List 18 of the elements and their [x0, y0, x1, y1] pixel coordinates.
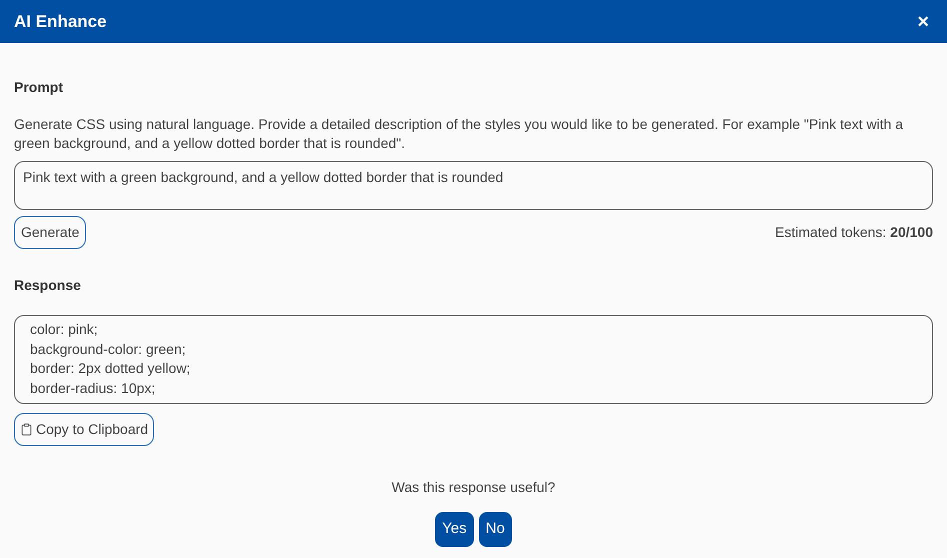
- feedback-button[interactable]: Yes: [435, 512, 474, 547]
- feedback-question: Was this response useful?: [392, 478, 556, 497]
- prompt-field[interactable]: Pink text with a green background, and a yellow dotted border that is rounded: [14, 161, 933, 210]
- window-title: AI Enhance: [14, 10, 107, 33]
- code-line: background-color: green;: [30, 340, 186, 359]
- description-text: Generate CSS using natural language. Provide a detailed description of the styles you would like to be generated. For example "Pink text with a green background, and a yellow dotted border that is rounded".: [14, 115, 904, 153]
- copy-button[interactable]: Copy to Clipboard: [14, 413, 154, 446]
- token-count: Estimated tokens: 20/100: [775, 223, 933, 242]
- code-line: border: 2px dotted yellow;: [30, 359, 190, 378]
- section-label: Prompt: [14, 78, 63, 97]
- response-field[interactable]: color: pink; background-color: green; border: 2px dotted yellow; border-radius: 10px;: [14, 315, 933, 404]
- close-button[interactable]: ×: [913, 12, 933, 32]
- code-line: border-radius: 10px;: [30, 378, 156, 398]
- clipboard-icon: [20, 423, 33, 436]
- code-line: color: pink;: [30, 320, 98, 339]
- section-label: Response: [14, 276, 81, 295]
- generate-button[interactable]: Generate: [14, 216, 86, 249]
- feedback-button[interactable]: No: [478, 512, 512, 547]
